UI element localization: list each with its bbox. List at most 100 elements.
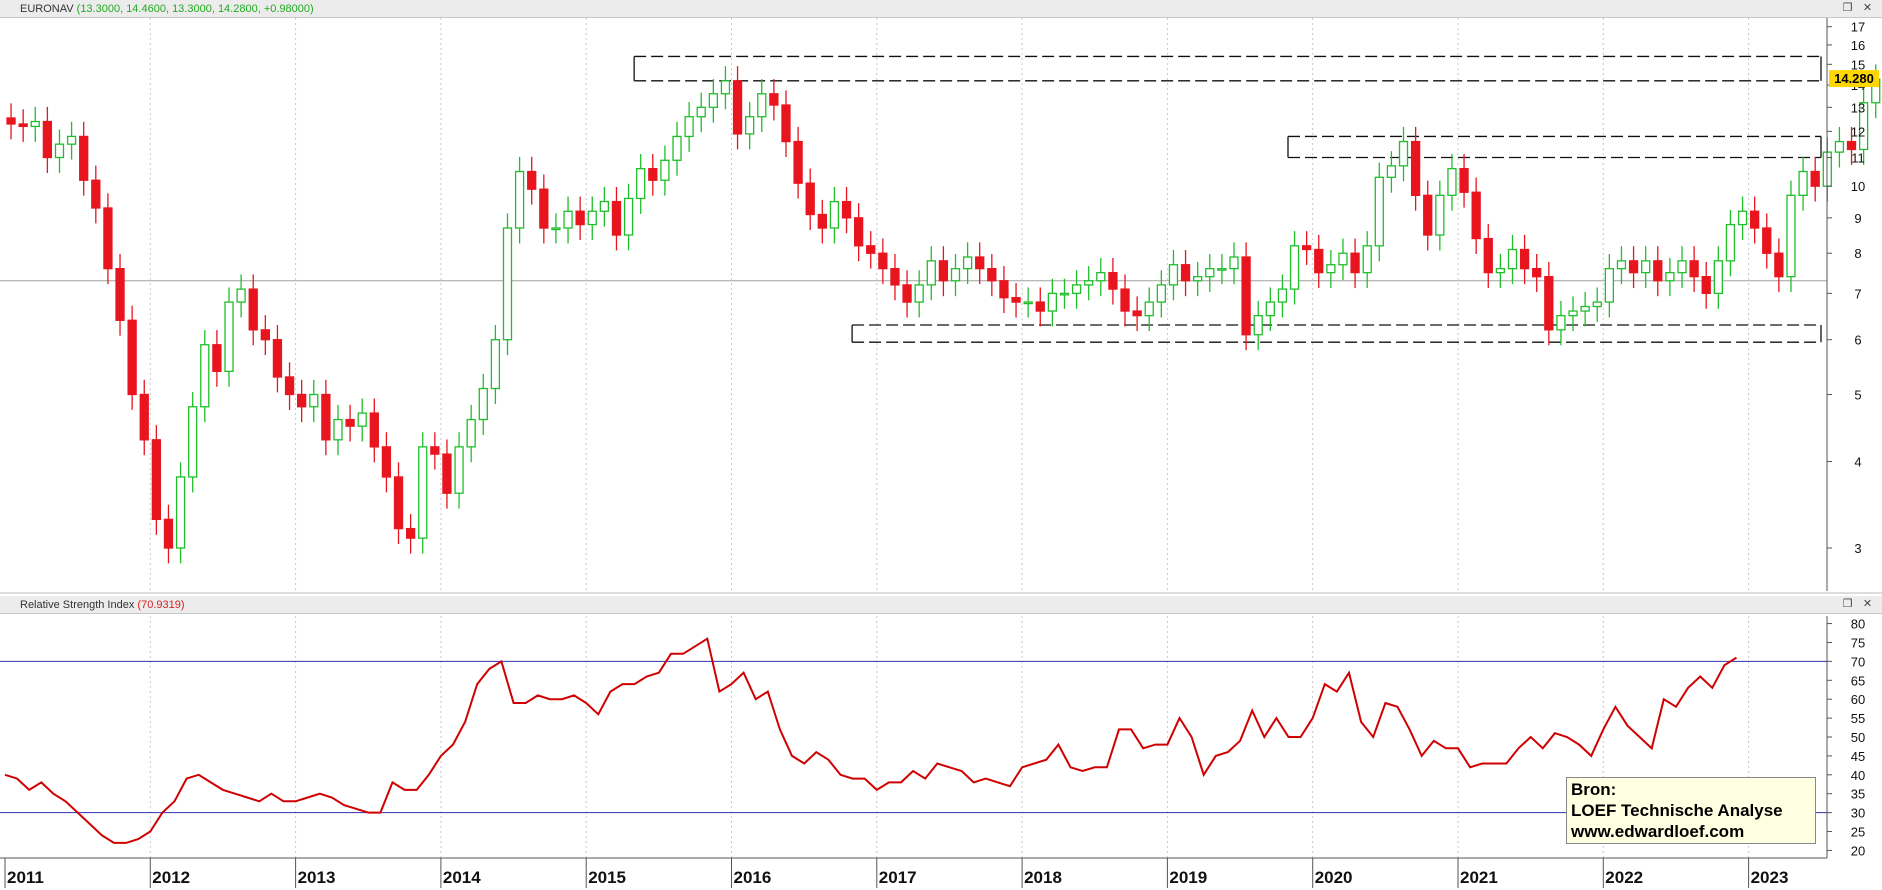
rsi-y-tick-label: 70 bbox=[1851, 654, 1865, 669]
candle-body bbox=[1265, 301, 1275, 317]
candle-body bbox=[272, 339, 283, 378]
candle bbox=[212, 330, 222, 387]
candle-body bbox=[732, 80, 743, 135]
candle-body bbox=[1507, 248, 1518, 270]
candle bbox=[1483, 223, 1493, 289]
close-icon[interactable]: ✕ bbox=[1861, 2, 1874, 15]
candle bbox=[1774, 238, 1784, 293]
candle bbox=[732, 66, 743, 150]
candle-body bbox=[1047, 292, 1058, 312]
close-icon[interactable]: ✕ bbox=[1861, 598, 1874, 611]
candle bbox=[1338, 238, 1348, 281]
candle-body bbox=[333, 418, 343, 441]
candle-body bbox=[1374, 176, 1384, 247]
rsi-y-tick-label: 40 bbox=[1851, 768, 1865, 783]
candle bbox=[575, 196, 585, 241]
candle-body bbox=[890, 268, 900, 286]
candle-body bbox=[42, 120, 53, 159]
candle-body bbox=[405, 527, 416, 539]
candle bbox=[284, 362, 295, 410]
candle bbox=[163, 504, 174, 564]
candle-body bbox=[418, 446, 428, 539]
x-tick-label: 2023 bbox=[1751, 868, 1789, 887]
candle-body bbox=[188, 406, 198, 478]
candle bbox=[1374, 162, 1384, 262]
candle bbox=[1507, 234, 1518, 285]
candle-body bbox=[1737, 210, 1748, 226]
candle-body bbox=[260, 329, 270, 341]
candle-body bbox=[442, 453, 452, 494]
candle-body bbox=[514, 170, 525, 229]
candle bbox=[720, 66, 731, 110]
candle bbox=[405, 513, 416, 554]
candle-body bbox=[1144, 301, 1154, 317]
candle bbox=[381, 432, 392, 493]
candle bbox=[793, 126, 803, 199]
candle bbox=[1471, 177, 1481, 254]
candle bbox=[866, 231, 876, 269]
candle bbox=[587, 196, 597, 241]
candle bbox=[1532, 253, 1542, 293]
candle-body bbox=[1229, 256, 1239, 270]
candle bbox=[1108, 257, 1118, 305]
x-tick-label: 2016 bbox=[734, 868, 772, 887]
candle-body bbox=[1398, 140, 1409, 167]
candle-body bbox=[1435, 194, 1445, 236]
candle bbox=[369, 398, 379, 463]
candle bbox=[611, 186, 622, 251]
price-y-tick-label: 17 bbox=[1851, 20, 1865, 35]
candle bbox=[139, 379, 149, 456]
restore-icon[interactable]: ❐ bbox=[1841, 2, 1854, 15]
candle-body bbox=[1059, 292, 1070, 296]
candle bbox=[478, 373, 488, 435]
candle-body bbox=[1519, 248, 1530, 270]
candle-body bbox=[212, 344, 222, 373]
candle bbox=[962, 242, 973, 285]
candle bbox=[1229, 242, 1239, 285]
candle-body bbox=[853, 217, 864, 247]
candle bbox=[1059, 278, 1070, 309]
price-y-tick-label: 16 bbox=[1851, 38, 1865, 53]
candle-body bbox=[1168, 264, 1179, 286]
candle-body bbox=[1483, 237, 1493, 274]
candles bbox=[6, 64, 1881, 564]
candle-body bbox=[781, 104, 791, 143]
candle-body bbox=[1810, 170, 1820, 187]
candle-body bbox=[914, 284, 924, 303]
candle-body bbox=[466, 418, 476, 448]
restore-icon[interactable]: ❐ bbox=[1841, 598, 1854, 611]
candle bbox=[1168, 250, 1179, 301]
candle-body bbox=[1241, 256, 1251, 336]
candle-body bbox=[623, 197, 634, 236]
rsi-y-tick-label: 45 bbox=[1851, 749, 1865, 764]
candle bbox=[950, 253, 961, 297]
price-y-tick-label: 13 bbox=[1851, 100, 1865, 115]
x-tick-label: 2012 bbox=[152, 868, 190, 887]
candle-body bbox=[6, 117, 16, 125]
candle-body bbox=[454, 446, 464, 494]
x-tick-label: 2011 bbox=[7, 868, 44, 887]
candle bbox=[769, 79, 779, 121]
candle bbox=[878, 238, 888, 285]
candle-body bbox=[599, 200, 610, 212]
candle bbox=[1689, 246, 1699, 293]
candle-body bbox=[478, 387, 488, 421]
candle-body bbox=[1495, 268, 1506, 274]
candle bbox=[1410, 126, 1421, 211]
candle-body bbox=[999, 280, 1009, 299]
candle bbox=[1834, 126, 1845, 168]
candle-body bbox=[841, 200, 852, 219]
price-y-tick-label: 8 bbox=[1854, 246, 1861, 261]
price-y-tick-label: 11 bbox=[1851, 151, 1865, 166]
candle bbox=[1592, 287, 1602, 322]
candle bbox=[1544, 262, 1554, 346]
x-tick-label: 2022 bbox=[1605, 868, 1643, 887]
candle bbox=[1435, 180, 1445, 251]
candle bbox=[1737, 196, 1748, 241]
candle bbox=[1193, 262, 1203, 297]
candle-body bbox=[54, 143, 65, 159]
candle bbox=[224, 287, 234, 387]
candle-body bbox=[1653, 260, 1663, 282]
candle bbox=[151, 425, 162, 535]
candle bbox=[18, 109, 28, 142]
